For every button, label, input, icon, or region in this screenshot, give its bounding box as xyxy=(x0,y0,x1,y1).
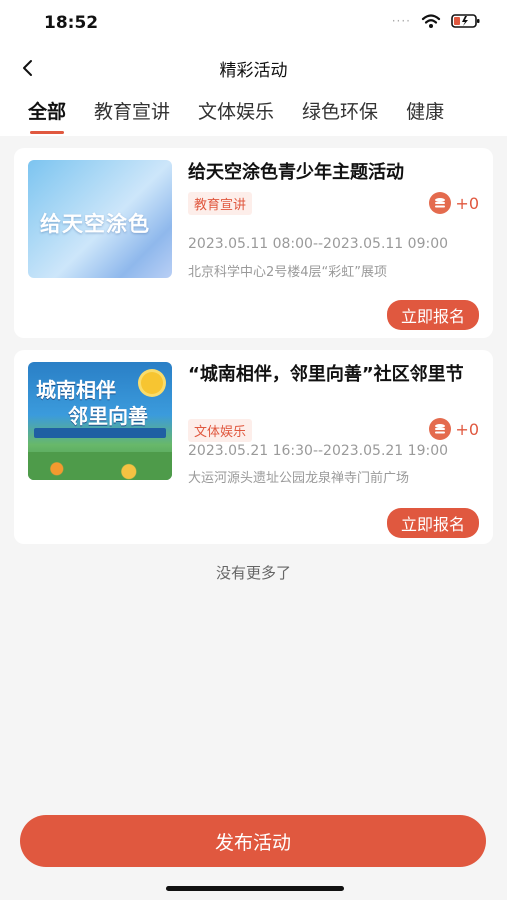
signup-button[interactable]: 立即报名 xyxy=(386,300,479,330)
activity-list: 给天空涂色 给天空涂色青少年主题活动 教育宣讲 +0 2023.05.11 08… xyxy=(0,136,507,583)
category-tag: 文体娱乐 xyxy=(188,419,253,442)
coin-icon xyxy=(429,418,452,440)
tab-green[interactable]: 绿色环保 xyxy=(302,97,378,136)
activity-time: 2023.05.11 08:00--2023.05.11 09:00 xyxy=(188,236,449,252)
home-indicator xyxy=(166,886,344,891)
activity-image: 城南相伴 邻里向善 xyxy=(28,362,172,480)
activity-time: 2023.05.21 16:30--2023.05.21 19:00 xyxy=(188,443,449,459)
points-badge: +0 xyxy=(429,192,479,214)
points-value: +0 xyxy=(455,419,479,439)
publish-activity-button[interactable]: 发布活动 xyxy=(20,815,486,867)
nav-bar: 精彩活动 xyxy=(0,46,507,90)
activity-title: 给天空涂色青少年主题活动 xyxy=(188,162,404,183)
points-value: +0 xyxy=(455,193,479,213)
wifi-icon xyxy=(421,14,441,28)
signal-dots-icon: ···· xyxy=(391,14,411,28)
activity-title: “城南相伴，邻里向善”社区邻里节 xyxy=(188,364,464,385)
tab-all[interactable]: 全部 xyxy=(28,97,66,136)
category-tag: 教育宣讲 xyxy=(188,192,253,215)
status-icons: ···· xyxy=(392,13,481,29)
back-icon[interactable] xyxy=(18,58,38,78)
activity-location: 大运河源头遗址公园龙泉禅寺门前广场 xyxy=(188,471,410,486)
activity-location: 北京科学中心2号楼4层“彩虹”展项 xyxy=(188,265,388,280)
signup-button[interactable]: 立即报名 xyxy=(386,508,479,538)
no-more-text: 没有更多了 xyxy=(215,564,291,582)
flower-graphic xyxy=(141,372,163,394)
activity-image: 给天空涂色 xyxy=(28,160,172,278)
tab-culture-sports[interactable]: 文体娱乐 xyxy=(198,97,274,136)
tab-education[interactable]: 教育宣讲 xyxy=(94,97,170,136)
ground-graphic xyxy=(28,452,172,480)
image-caption-line1: 城南相伴 xyxy=(36,378,116,402)
activity-card[interactable]: 城南相伴 邻里向善 “城南相伴，邻里向善”社区邻里节 文体娱乐 +0 2023.… xyxy=(14,350,493,544)
image-caption: 给天空涂色 xyxy=(40,212,150,236)
activity-card[interactable]: 给天空涂色 给天空涂色青少年主题活动 教育宣讲 +0 2023.05.11 08… xyxy=(14,148,493,338)
image-caption-line2: 邻里向善 xyxy=(68,404,148,428)
coin-icon xyxy=(429,192,452,214)
points-badge: +0 xyxy=(429,418,479,440)
status-bar: 18:52 ···· xyxy=(0,0,507,46)
category-tabs: 全部 教育宣讲 文体娱乐 绿色环保 健康 xyxy=(0,90,507,136)
status-time: 18:52 xyxy=(44,13,99,33)
page-title: 精彩活动 xyxy=(219,60,288,81)
banner-graphic xyxy=(34,428,166,438)
battery-icon xyxy=(451,14,480,28)
tab-health[interactable]: 健康 xyxy=(406,97,444,136)
